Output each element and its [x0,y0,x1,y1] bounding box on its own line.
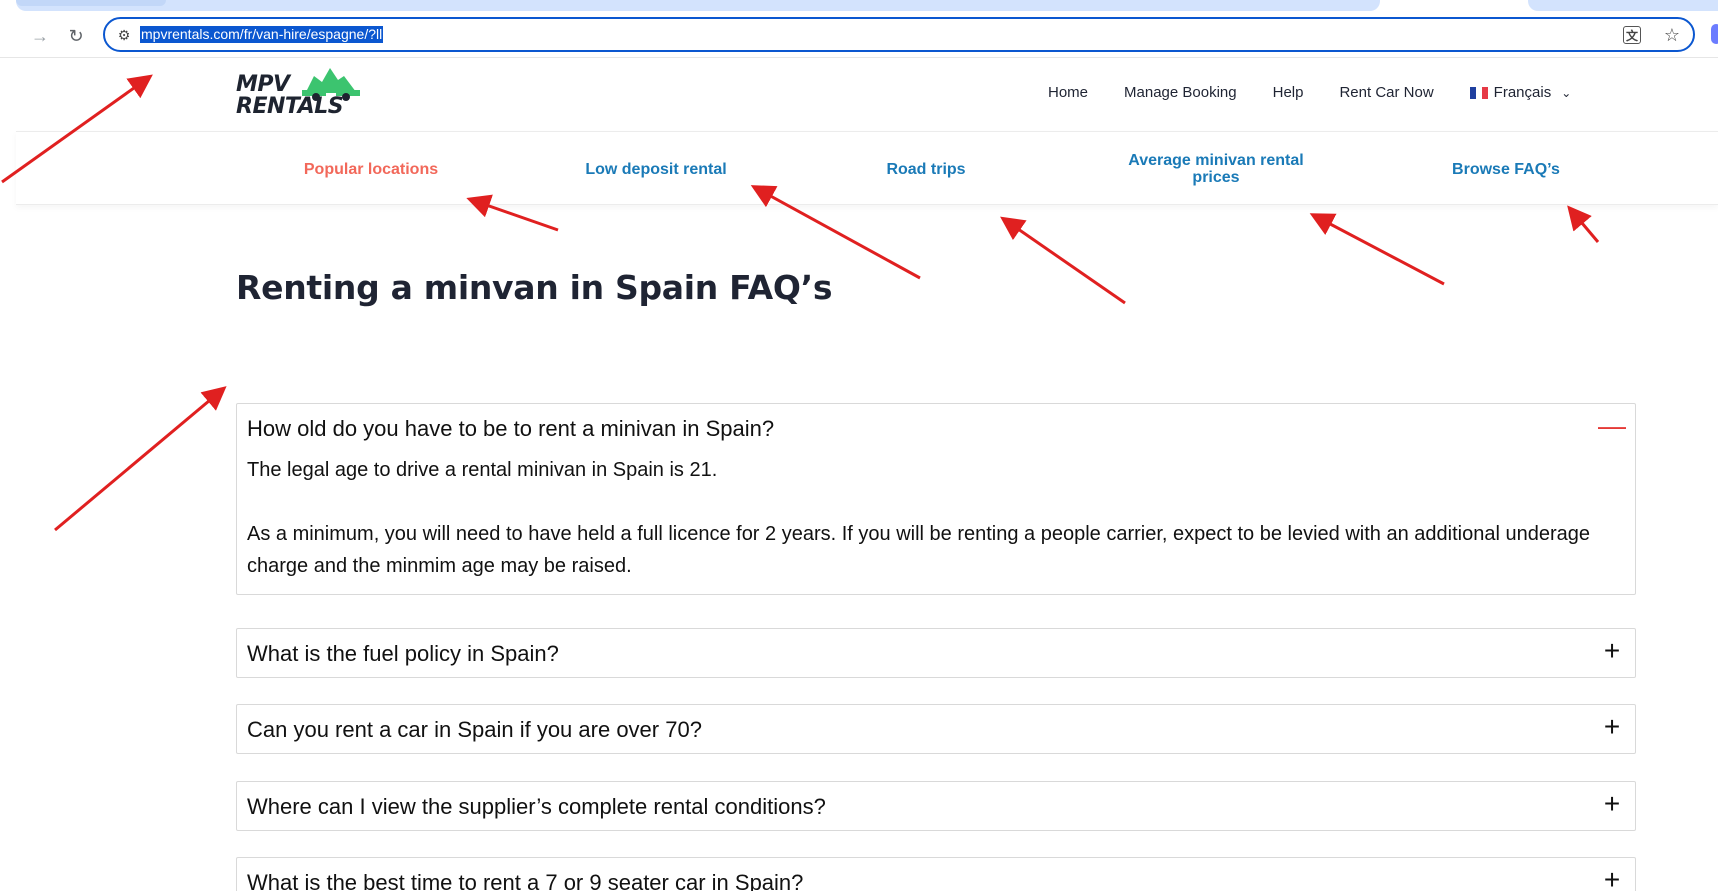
subnav-average-prices[interactable]: Average minivan rental prices [1106,132,1326,206]
faq-header[interactable]: What is the best time to rent a 7 or 9 s… [237,858,1635,891]
faq-header[interactable]: What is the fuel policy in Spain? + [237,629,1635,677]
subnav-low-deposit-rental[interactable]: Low deposit rental [546,132,766,206]
faq-item[interactable]: What is the fuel policy in Spain? + [236,628,1636,678]
annotation-arrow [54,386,227,532]
annotation-arrow [1000,216,1126,305]
faq-item[interactable]: Where can I view the supplier’s complete… [236,781,1636,831]
active-tab-indicator [16,0,166,6]
annotation-arrow [1309,213,1445,286]
faq-question: What is the fuel policy in Spain? [247,641,559,666]
faq-question: Where can I view the supplier’s complete… [247,794,826,819]
nav-rent-car-now[interactable]: Rent Car Now [1339,84,1433,101]
logo-text-bottom: RENTALS [236,94,344,119]
url-text[interactable]: mpvrentals.com/fr/van-hire/espagne/?ll [140,26,384,43]
faq-question: Can you rent a car in Spain if you are o… [247,717,702,742]
faq-question: What is the best time to rent a 7 or 9 s… [247,870,804,891]
chevron-down-icon: ⌄ [1561,85,1572,100]
logo-text-top: MPV [236,72,290,97]
expand-plus-icon[interactable]: + [1599,713,1625,741]
faq-item[interactable]: Can you rent a car in Spain if you are o… [236,704,1636,754]
translate-icon[interactable]: 文 [1623,26,1641,44]
reload-icon[interactable]: ↻ [64,24,88,48]
main-nav: Home Manage Booking Help Rent Car Now Fr… [1048,84,1571,101]
address-bar[interactable]: ⚙ mpvrentals.com/fr/van-hire/espagne/?ll… [103,17,1695,52]
faq-header[interactable]: Where can I view the supplier’s complete… [237,782,1635,830]
language-label: Français [1493,84,1552,101]
faq-item[interactable]: What is the best time to rent a 7 or 9 s… [236,857,1636,891]
site-info-icon[interactable]: ⚙ [114,25,134,45]
language-selector[interactable]: Français ⌄ [1469,84,1572,101]
browser-tab-strip [0,0,1718,12]
expand-plus-icon[interactable]: + [1599,866,1625,891]
annotation-arrow [1567,205,1600,243]
france-flag-icon [1469,86,1488,99]
faq-question: How old do you have to be to rent a mini… [247,416,775,441]
faq-answer: The legal age to drive a rental minivan … [237,452,1635,594]
nav-manage-booking[interactable]: Manage Booking [1124,84,1237,101]
browser-toolbar: → ↻ ⚙ mpvrentals.com/fr/van-hire/espagne… [0,12,1718,58]
subnav-road-trips[interactable]: Road trips [846,132,1006,206]
extension-icon[interactable] [1711,24,1718,44]
arrow-forward-icon[interactable]: → [28,24,52,48]
site-header: MPV RENTALS Home Manage Booking Help Ren… [16,58,1718,130]
subnav-popular-locations[interactable]: Popular locations [266,132,476,206]
nav-home[interactable]: Home [1048,84,1088,101]
browser-tab[interactable] [16,0,1380,11]
browser-tab[interactable] [1528,0,1718,11]
faq-answer-paragraph: The legal age to drive a rental minivan … [247,459,718,481]
expand-plus-icon[interactable]: + [1599,790,1625,818]
faq-header[interactable]: Can you rent a car in Spain if you are o… [237,705,1635,753]
expand-plus-icon[interactable]: + [1599,637,1625,665]
star-icon[interactable]: ☆ [1661,24,1683,46]
site-logo[interactable]: MPV RENTALS [236,66,366,126]
faq-item-expanded: How old do you have to be to rent a mini… [236,403,1636,595]
screenshot: → ↻ ⚙ mpvrentals.com/fr/van-hire/espagne… [0,0,1718,891]
subnav-browse-faqs[interactable]: Browse FAQ’s [1416,132,1596,206]
logo-text: MPV RENTALS [236,72,344,119]
nav-help[interactable]: Help [1273,84,1304,101]
collapse-minus-icon[interactable]: — [1598,412,1626,440]
faq-answer-paragraph: As a minimum, you will need to have held… [247,523,1590,577]
page-title: Renting a minvan in Spain FAQ’s [236,268,833,307]
sub-nav: Popular locations Low deposit rental Roa… [16,131,1718,205]
faq-header[interactable]: How old do you have to be to rent a mini… [237,404,1635,452]
